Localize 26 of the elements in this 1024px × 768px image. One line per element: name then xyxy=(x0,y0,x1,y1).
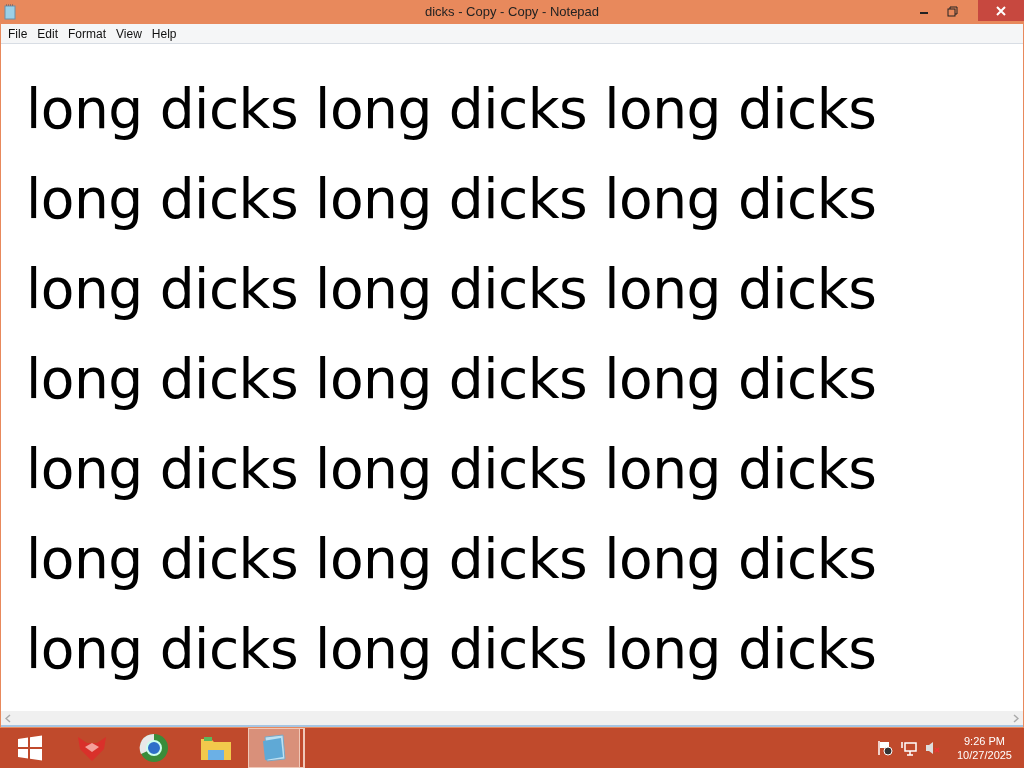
menu-item[interactable]: View xyxy=(111,26,147,41)
text-line: long dicks long dicks long dicks xyxy=(26,76,878,143)
text-line: long dicks long dicks long dicks xyxy=(26,346,878,413)
folder-icon xyxy=(200,734,232,762)
text-line: long dicks long dicks long dicks xyxy=(26,436,878,503)
flag-icon xyxy=(876,740,893,756)
windows-logo-icon xyxy=(16,734,44,762)
text-line: long dicks long dicks long dicks xyxy=(26,526,878,593)
horizontal-scrollbar[interactable] xyxy=(1,711,1023,725)
muted-speaker-icon xyxy=(924,740,941,756)
globe-icon xyxy=(138,732,170,764)
menu-item[interactable]: File xyxy=(3,26,33,41)
close-icon xyxy=(996,5,1006,16)
clock-date[interactable]: 10/27/2025 xyxy=(956,749,1012,761)
window-title: dicks - Copy - Copy - Notepad xyxy=(424,4,600,19)
text-line: long dicks long dicks long dicks xyxy=(26,256,878,323)
text-line: long dicks long dicks long dicks xyxy=(26,166,878,233)
restore-icon xyxy=(946,5,958,17)
menu-item[interactable]: Format xyxy=(63,26,112,41)
network-icon xyxy=(900,740,917,756)
text-line: long dicks long dicks long dicks xyxy=(26,616,878,683)
close-button[interactable] xyxy=(978,0,1024,21)
clock-time[interactable]: 9:26 PM xyxy=(964,735,1005,747)
notepad-icon xyxy=(4,4,16,20)
menu-item[interactable]: Edit xyxy=(32,26,64,41)
menu-item[interactable]: Help xyxy=(146,26,182,41)
